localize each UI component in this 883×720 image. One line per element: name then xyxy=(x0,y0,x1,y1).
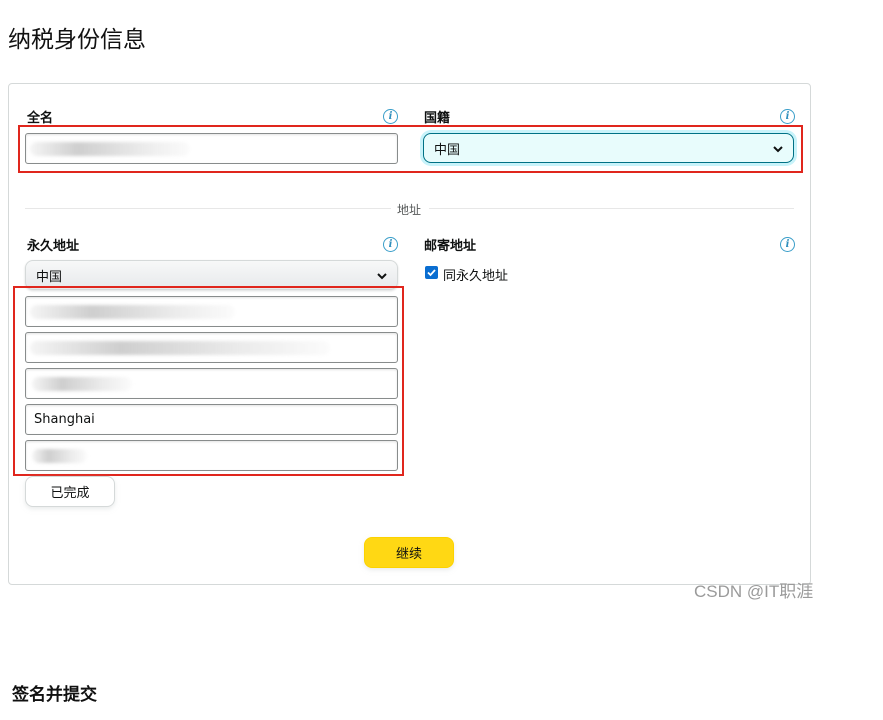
sign-and-submit-heading: 签名并提交 xyxy=(12,685,97,705)
full-name-info-icon[interactable]: i xyxy=(383,109,398,124)
full-name-label: 全名 xyxy=(27,111,54,126)
permanent-country-select[interactable]: 中国 xyxy=(25,260,398,290)
mailing-address-label: 邮寄地址 xyxy=(424,239,477,254)
chevron-down-icon xyxy=(377,273,387,280)
continue-button[interactable]: 继续 xyxy=(364,537,454,568)
watermark-text: CSDN @IT职涯 xyxy=(694,582,814,601)
nationality-selected-value: 中国 xyxy=(434,142,461,158)
checkmark-icon xyxy=(427,269,436,277)
redacted-value xyxy=(30,341,330,355)
permanent-country-value: 中国 xyxy=(36,269,63,285)
redacted-value xyxy=(32,377,132,391)
full-name-input[interactable] xyxy=(25,133,398,164)
address-divider-label: 地址 xyxy=(391,201,428,218)
permanent-address-info-icon[interactable]: i xyxy=(383,237,398,252)
address-line-2-input[interactable] xyxy=(25,332,398,363)
same-as-permanent-label[interactable]: 同永久地址 xyxy=(443,265,508,284)
city-value: Shanghai xyxy=(34,412,95,427)
address-line-1-input[interactable] xyxy=(25,296,398,327)
redacted-value xyxy=(32,449,87,463)
city-input[interactable]: Shanghai xyxy=(25,404,398,435)
nationality-info-icon[interactable]: i xyxy=(780,109,795,124)
chevron-down-icon xyxy=(773,146,783,153)
nationality-select[interactable]: 中国 xyxy=(423,133,794,163)
nationality-label: 国籍 xyxy=(424,111,451,126)
permanent-address-label: 永久地址 xyxy=(27,239,80,254)
same-as-permanent-checkbox[interactable] xyxy=(425,266,438,279)
redacted-value xyxy=(30,142,190,156)
done-button[interactable]: 已完成 xyxy=(25,476,115,507)
divider-line-right xyxy=(429,208,794,209)
page-title: 纳税身份信息 xyxy=(8,27,146,53)
redacted-value xyxy=(30,305,235,319)
district-input[interactable] xyxy=(25,368,398,399)
divider-line-left xyxy=(25,208,393,209)
postal-code-input[interactable] xyxy=(25,440,398,471)
mailing-address-info-icon[interactable]: i xyxy=(780,237,795,252)
